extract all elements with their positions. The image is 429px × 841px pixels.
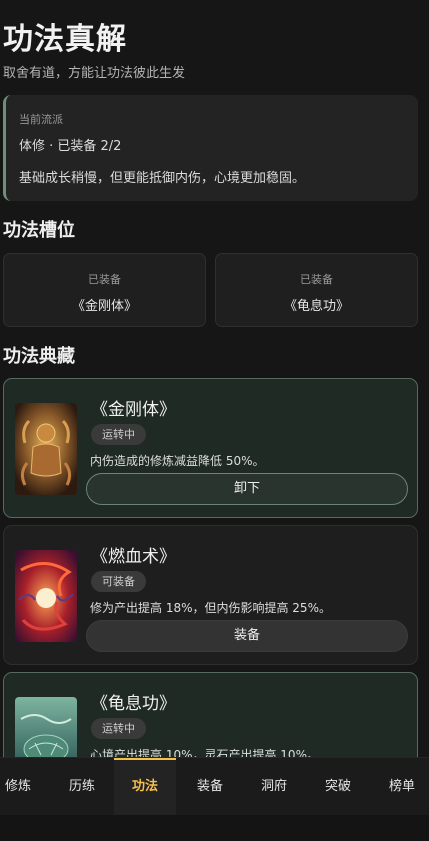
library-heading: 功法典藏 xyxy=(3,346,75,367)
status-badge: 运转中 xyxy=(91,424,146,445)
technique-description: 修为产出提高 18%，但内伤影响提高 25%。 xyxy=(90,601,331,615)
current-sect-description: 基础成长稍慢，但更能抵御内伤，心境更加稳固。 xyxy=(19,171,306,186)
technique-slot-1[interactable]: 已装备 《金刚体》 xyxy=(3,253,206,327)
bottom-safe-area xyxy=(0,815,429,841)
tab-leaderboard[interactable]: 榜单 xyxy=(371,758,429,816)
page-subtitle: 取舍有道，方能让功法彼此生发 xyxy=(3,66,186,81)
bottom-tab-bar: 修炼 历练 功法 装备 洞府 突破 榜单 xyxy=(0,757,429,816)
current-sect-value: 体修 · 已装备 2/2 xyxy=(19,139,122,154)
technique-card-jingangti: 《金刚体》 运转中 内伤造成的修炼减益降低 50%。 卸下 xyxy=(3,378,418,518)
tab-equipment[interactable]: 装备 xyxy=(179,758,241,816)
technique-card-guixigong: 《龟息功》 运转中 心境产出提高 10%，灵石产出提高 10%。 卸下 xyxy=(3,672,418,757)
slot-technique-name: 《金刚体》 xyxy=(71,299,137,314)
technique-description: 内伤造成的修炼减益降低 50%。 xyxy=(90,454,265,468)
turtle-breath-art-icon xyxy=(15,697,77,757)
page-title: 功法真解 xyxy=(3,22,127,57)
tab-techniques[interactable]: 功法 xyxy=(114,758,176,816)
current-sect-card: 当前流派 体修 · 已装备 2/2 基础成长稍慢，但更能抵御内伤，心境更加稳固。 xyxy=(3,95,418,201)
status-badge: 可装备 xyxy=(91,571,146,592)
tab-breakthrough[interactable]: 突破 xyxy=(307,758,369,816)
tab-cultivate[interactable]: 修炼 xyxy=(0,758,49,816)
tab-trials[interactable]: 历练 xyxy=(51,758,113,816)
blood-art-icon xyxy=(15,550,77,642)
slot-technique-name: 《龟息功》 xyxy=(283,299,349,314)
slot-status: 已装备 xyxy=(88,273,121,286)
tab-cave-abode[interactable]: 洞府 xyxy=(243,758,305,816)
status-badge: 运转中 xyxy=(91,718,146,739)
technique-page: 功法真解 取舍有道，方能让功法彼此生发 当前流派 体修 · 已装备 2/2 基础… xyxy=(0,0,429,757)
current-sect-label: 当前流派 xyxy=(19,113,63,126)
technique-name: 《燃血术》 xyxy=(91,547,176,567)
slot-status: 已装备 xyxy=(300,273,333,286)
unequip-button[interactable]: 卸下 xyxy=(86,473,408,505)
technique-name: 《金刚体》 xyxy=(91,400,176,420)
equip-button[interactable]: 装备 xyxy=(86,620,408,652)
technique-slot-2[interactable]: 已装备 《龟息功》 xyxy=(215,253,418,327)
slots-heading: 功法槽位 xyxy=(3,220,75,241)
technique-description: 心境产出提高 10%，灵石产出提高 10%。 xyxy=(90,748,319,757)
technique-card-ranxueshu: 《燃血术》 可装备 修为产出提高 18%，但内伤影响提高 25%。 装备 xyxy=(3,525,418,665)
golden-body-art-icon xyxy=(15,403,77,495)
technique-name: 《龟息功》 xyxy=(91,694,176,714)
